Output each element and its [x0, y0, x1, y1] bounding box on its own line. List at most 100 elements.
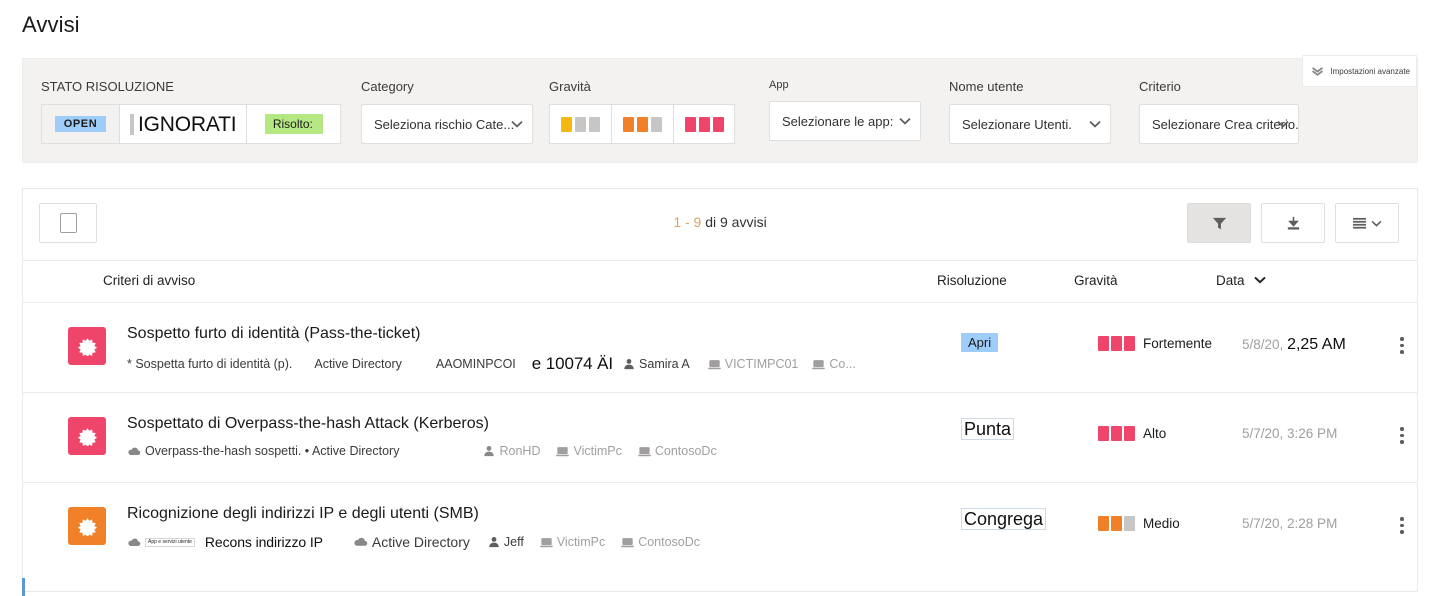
alerts-table-card: 1 - 9 di 9 avvisi Criteri di avviso Riso… — [22, 188, 1418, 592]
computer-icon — [638, 446, 651, 457]
alert-severity-label: Medio — [1143, 516, 1180, 531]
column-options-button[interactable] — [1335, 203, 1399, 243]
alert-meta-policy: Recons indirizzo IP — [204, 534, 323, 550]
alert-title[interactable]: Sospettato di Overpass-the-hash Attack (… — [127, 415, 489, 433]
computer-icon — [812, 359, 826, 370]
alert-date-part-1: 5/7/20, 2:28 PM — [1242, 516, 1338, 531]
alert-count-total: di 9 avvisi — [701, 214, 767, 230]
alert-severity-icon — [68, 417, 106, 455]
user-icon — [488, 536, 500, 548]
filter-group-username: Nome utente Selezionare Utenti. — [949, 79, 1111, 144]
alert-meta-device-2: ContosoDc — [638, 444, 717, 458]
alert-severity-label: Fortemente — [1143, 336, 1213, 351]
alert-resolution-label: Punta — [961, 418, 1015, 440]
computer-icon — [556, 446, 570, 457]
alert-date: 5/8/20, 2,25 AM — [1242, 336, 1346, 354]
status-resolved-pill: Risolto: — [264, 114, 323, 134]
alert-meta-source-group: Active Directory — [353, 534, 470, 550]
column-header-date[interactable]: Data — [1216, 273, 1266, 288]
advanced-settings-button[interactable]: Impostazioni avanzate — [1302, 55, 1417, 87]
alert-resolution-label: Congrega — [961, 508, 1047, 530]
alert-severity-label: Alto — [1143, 426, 1167, 441]
alert-date: 5/7/20, 2:28 PM — [1242, 516, 1337, 531]
status-option-open[interactable]: OPEN — [41, 104, 119, 144]
status-segmented-control[interactable]: OPEN IGNORATI Risolto: — [41, 104, 342, 144]
alert-meta-device-2-label: ContosoDc — [638, 535, 701, 549]
alert-meta-user: Jeff — [488, 535, 524, 549]
chevron-down-icon — [1371, 220, 1382, 227]
app-select[interactable]: Selezionare le app: — [769, 101, 921, 141]
severity-bars-icon — [1098, 336, 1135, 351]
alert-resolution[interactable]: Punta — [961, 418, 1015, 440]
alert-resolution-label: Apri — [961, 333, 999, 352]
filter-group-policy: Criterio Selezionare Crea criterio. — [1139, 79, 1299, 144]
alert-severity: Medio — [1098, 516, 1180, 531]
download-icon — [1285, 215, 1302, 232]
alert-meta: App e servizi utente Recons indirizzo IP… — [127, 534, 1409, 550]
alert-resolution[interactable]: Congrega — [961, 508, 1047, 530]
severity-option-medium[interactable] — [611, 104, 673, 144]
chevron-down-icon — [511, 120, 523, 128]
policy-filter-label: Criterio — [1139, 79, 1181, 94]
status-option-ignored[interactable]: IGNORATI — [119, 104, 247, 144]
column-header-severity[interactable]: Gravità — [1074, 273, 1118, 288]
user-icon — [483, 445, 495, 457]
cloud-icon — [127, 538, 141, 547]
username-select[interactable]: Selezionare Utenti. — [949, 104, 1111, 144]
filter-button[interactable] — [1187, 203, 1251, 243]
app-select-value: Selezionare le app: — [782, 113, 894, 129]
alert-meta-emphasis: e 10074 ÄI — [531, 354, 614, 373]
policy-select[interactable]: Selezionare Crea criterio. — [1139, 104, 1299, 144]
user-icon — [623, 358, 635, 370]
alert-meta: * Sospetta furto di identità (p). Active… — [127, 354, 1409, 374]
alert-meta-source: Active Directory — [371, 534, 470, 550]
computer-icon — [539, 537, 553, 548]
alert-meta-policy: Overpass-the-hash sospetti. • Active Dir… — [145, 444, 400, 458]
severity-option-high[interactable] — [673, 104, 735, 144]
severity-bars-icon — [1098, 426, 1135, 441]
alert-date: 5/7/20, 3:26 PM — [1242, 426, 1337, 441]
alert-severity-icon — [68, 327, 106, 365]
row-actions-menu[interactable] — [1400, 337, 1404, 354]
table-row[interactable]: Sospettato di Overpass-the-hash Attack (… — [23, 393, 1417, 483]
alert-meta-user: RonHD — [483, 444, 540, 458]
cloud-icon — [353, 537, 368, 547]
alert-meta-source: Active Directory — [314, 357, 402, 371]
column-header-resolution[interactable]: Risoluzione — [937, 273, 1007, 288]
alert-title[interactable]: Sospetto furto di identità (Pass-the-tic… — [127, 325, 420, 343]
alert-severity-icon — [68, 507, 106, 545]
alert-date-part-1: 5/7/20, 3:26 PM — [1242, 426, 1338, 441]
row-actions-menu[interactable] — [1400, 517, 1404, 534]
alert-meta-device-2-label: Co... — [829, 357, 856, 371]
username-select-value: Selezionare Utenti. — [962, 116, 1072, 132]
chevron-double-down-icon — [1311, 66, 1324, 76]
severity-filter-label: Gravità — [549, 79, 591, 94]
app-filter-label: App — [769, 79, 789, 91]
alert-meta-device-2: ContosoDc — [621, 535, 700, 549]
filter-group-status: STATO RISOLUZIONE OPEN IGNORATI Risolto: — [41, 79, 342, 144]
table-row[interactable]: Ricognizione degli indirizzi IP e degli … — [23, 483, 1417, 573]
category-select[interactable]: Seleziona rischio Cate... — [361, 104, 533, 144]
row-actions-menu[interactable] — [1400, 427, 1404, 444]
column-header-alert-policy[interactable]: Criteri di avviso — [103, 273, 195, 288]
table-row[interactable]: Sospetto furto di identità (Pass-the-tic… — [23, 303, 1417, 393]
alert-meta: Overpass-the-hash sospetti. • Active Dir… — [127, 444, 1409, 458]
filter-bar: STATO RISOLUZIONE OPEN IGNORATI Risolto:… — [22, 55, 1418, 163]
severity-bars-icon — [1098, 516, 1135, 531]
export-button[interactable] — [1261, 203, 1325, 243]
severity-filter-options[interactable] — [549, 104, 735, 144]
chevron-down-icon — [1277, 120, 1289, 128]
severity-option-low[interactable] — [549, 104, 611, 144]
cloud-icon — [127, 447, 141, 456]
alert-meta-policy: * Sospetta furto di identità (p). — [127, 357, 293, 371]
alert-severity: Alto — [1098, 426, 1166, 441]
alert-title[interactable]: Ricognizione degli indirizzi IP e degli … — [127, 505, 479, 523]
alert-meta-device-1-label: VictimPc — [556, 535, 606, 549]
alert-meta-device-2-label: ContosoDc — [654, 444, 717, 458]
status-option-resolved[interactable]: Risolto: — [246, 104, 342, 144]
alerts-page: Avvisi STATO RISOLUZIONE OPEN IGNORATI R… — [0, 0, 1430, 596]
scroll-accent — [22, 578, 25, 596]
category-select-value: Seleziona rischio Cate... — [374, 116, 515, 132]
alert-resolution[interactable]: Apri — [961, 333, 999, 352]
alert-count-range: 1 - 9 — [673, 214, 702, 230]
